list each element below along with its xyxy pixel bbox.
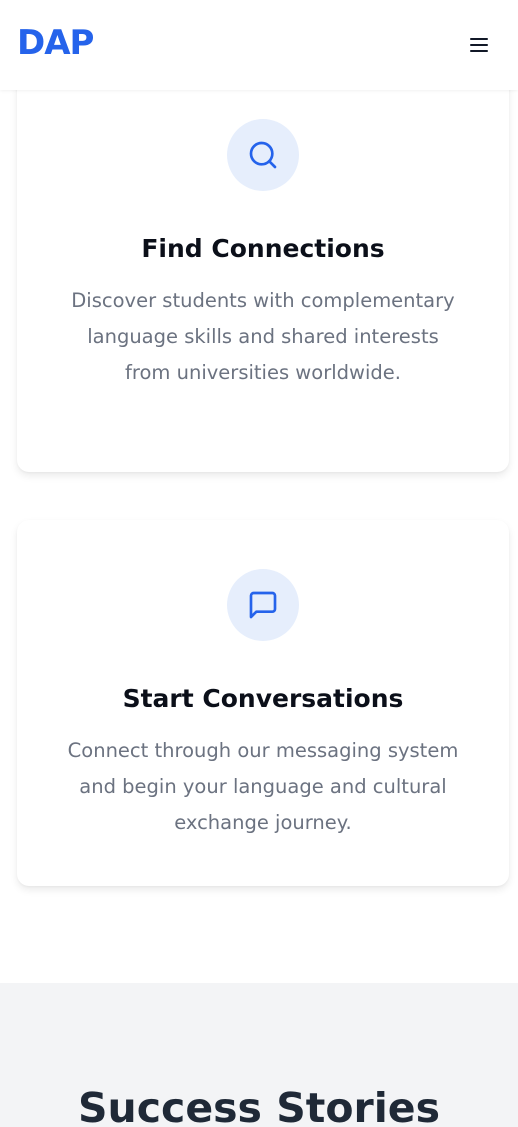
feature-title: Find Connections	[141, 234, 385, 263]
menu-button[interactable]	[468, 34, 490, 56]
feature-card-start-conversations: Start Conversations Connect through our …	[17, 520, 509, 886]
section-title: Success Stories	[78, 1084, 440, 1127]
chat-icon-badge	[227, 569, 299, 641]
search-icon	[249, 141, 277, 169]
feature-title: Start Conversations	[122, 684, 404, 713]
success-stories-section: Success Stories	[0, 983, 518, 1127]
site-header: DAP	[0, 0, 518, 90]
feature-description: Discover students with complementary lan…	[71, 289, 455, 384]
hamburger-menu-icon	[470, 38, 488, 52]
feature-description: Connect through our messaging system and…	[67, 739, 459, 834]
search-icon-badge	[227, 119, 299, 191]
chat-bubble-icon	[249, 591, 277, 619]
feature-card-find-connections: Find Connections Discover students with …	[17, 70, 509, 472]
logo[interactable]: DAP	[17, 26, 94, 60]
